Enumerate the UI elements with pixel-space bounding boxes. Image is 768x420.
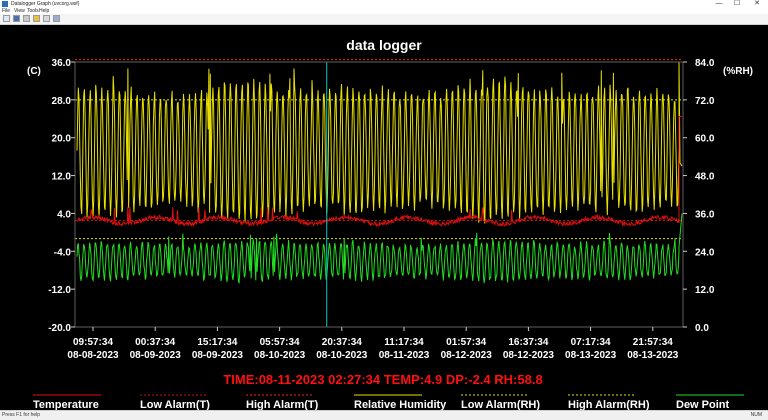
left-tick-label: -4.0	[54, 247, 72, 258]
x-tick-time: 20:37:34	[322, 337, 362, 348]
left-tick-label: 20.0	[52, 134, 72, 145]
print-icon[interactable]	[23, 15, 30, 22]
x-tick-date: 08-09-2023	[130, 350, 182, 361]
x-tick-date: 08-08-2023	[67, 350, 119, 361]
app-icon	[2, 1, 8, 7]
status-num: NUM	[750, 412, 762, 418]
x-tick-time: 16:37:34	[508, 337, 548, 348]
x-tick-date: 08-11-2023	[379, 350, 430, 361]
maximize-button[interactable]: ☐	[730, 0, 744, 8]
x-tick-time: 09:57:34	[73, 337, 113, 348]
x-tick-time: 15:17:34	[197, 337, 237, 348]
save-icon[interactable]	[13, 15, 20, 22]
legend-label-high-alarm-rh: High Alarm(RH)	[568, 399, 650, 410]
x-tick-time: 00:37:34	[135, 337, 175, 348]
legend-label-low-alarm-t: Low Alarm(T)	[140, 399, 210, 410]
legend-label-humidity: Relative Humidity	[354, 399, 447, 410]
plot-lines	[76, 61, 683, 327]
status-help: Press F1 for help	[2, 412, 41, 418]
right-axis-label: (%RH)	[723, 66, 753, 77]
x-tick-date: 08-12-2023	[503, 350, 555, 361]
legend-label-temperature: Temperature	[33, 399, 99, 410]
right-tick-label: 24.0	[695, 247, 715, 258]
humidity-series	[76, 61, 683, 224]
grid	[75, 59, 683, 240]
zoom-icon[interactable]	[43, 15, 50, 22]
legend-label-low-alarm-rh: Low Alarm(RH)	[461, 399, 540, 410]
toolbar	[0, 14, 768, 25]
x-tick-date: 08-09-2023	[192, 350, 244, 361]
close-button[interactable]: ✕	[750, 0, 764, 8]
x-tick-date: 08-10-2023	[316, 350, 368, 361]
chart-svg: data logger (C) (%RH) 36.0 28.0 20.0 12.0 4.…	[27, 37, 753, 411]
settings-icon[interactable]	[53, 15, 60, 22]
x-tick-date: 08-13-2023	[565, 350, 617, 361]
cursor-readout: TIME:08-11-2023 02:27:34 TEMP:4.9 DP:-2.…	[223, 372, 542, 387]
right-tick-label: 12.0	[695, 285, 715, 296]
x-tick-date: 08-12-2023	[441, 350, 493, 361]
legend-label-dew-point: Dew Point	[676, 399, 730, 410]
right-tick-label: 48.0	[695, 172, 715, 183]
x-tick-time: 11:17:34	[384, 337, 424, 348]
right-tick-label: 60.0	[695, 134, 715, 145]
right-tick-label: 0.0	[695, 323, 709, 334]
left-tick-label: 12.0	[52, 172, 72, 183]
x-tick-time: 07:17:34	[571, 337, 611, 348]
left-axis-label: (C)	[27, 66, 41, 77]
folder-icon[interactable]	[33, 15, 40, 22]
right-tick-label: 36.0	[695, 209, 715, 220]
chart-title: data logger	[346, 37, 422, 53]
window-title: Datalogger Graph (uvcorg.wsf)	[11, 1, 80, 7]
legend-label-high-alarm-t: High Alarm(T)	[246, 399, 319, 410]
right-tick-label: 72.0	[695, 96, 715, 107]
x-tick-time: 05:57:34	[260, 337, 300, 348]
legend: Temperature Low Alarm(T) High Alarm(T) Rela…	[33, 394, 744, 411]
left-tick-label: -12.0	[48, 285, 71, 296]
open-icon[interactable]	[3, 15, 10, 22]
x-tick-date: 08-13-2023	[627, 350, 679, 361]
left-tick-label: 4.0	[57, 209, 71, 220]
minimize-button[interactable]: —	[712, 0, 726, 8]
right-tick-label: 84.0	[695, 58, 715, 69]
left-tick-label: -20.0	[48, 323, 71, 334]
chart-area: data logger (C) (%RH) 36.0 28.0 20.0 12.0 4.…	[0, 25, 768, 411]
left-tick-label: 28.0	[52, 96, 72, 107]
x-tick-time: 01:57:34	[446, 337, 486, 348]
x-tick-date: 08-10-2023	[254, 350, 306, 361]
x-tick-time: 21:57:34	[633, 337, 673, 348]
left-tick-label: 36.0	[52, 58, 72, 69]
